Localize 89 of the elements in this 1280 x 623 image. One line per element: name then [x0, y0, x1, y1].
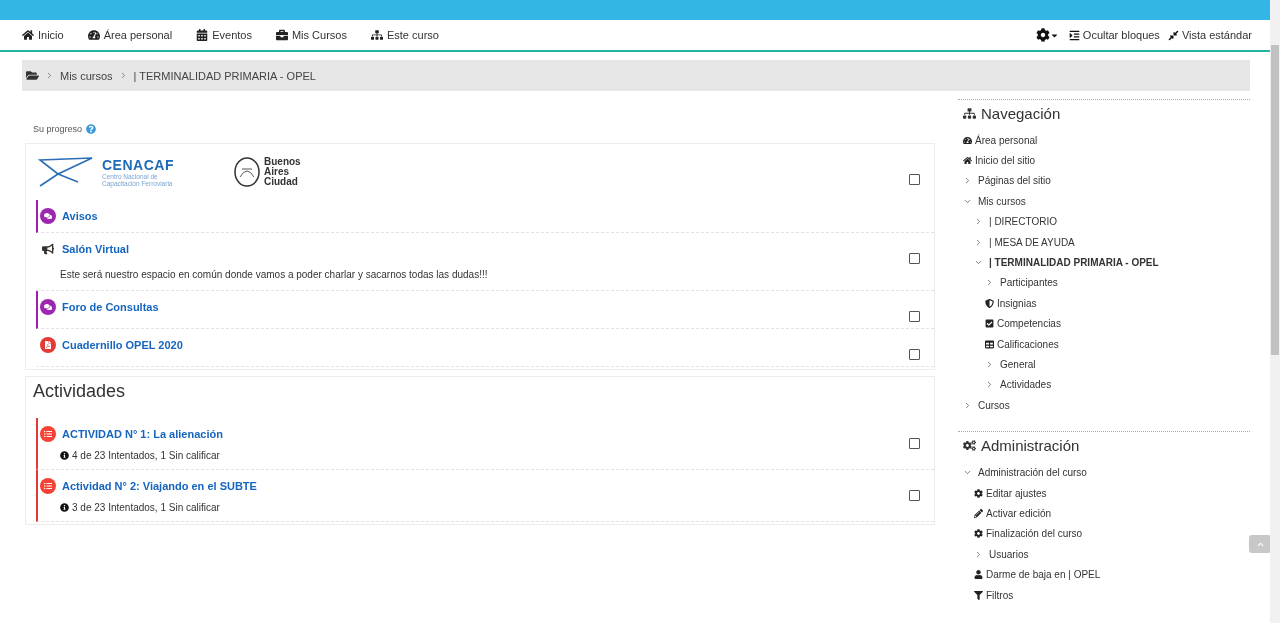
help-icon[interactable] — [86, 124, 97, 134]
completion-checkbox[interactable] — [909, 173, 920, 185]
dashboard-icon — [963, 135, 972, 145]
attempts-info: 4 de 23 Intentados, 1 Sin calificar — [72, 450, 220, 461]
sitemap-icon — [370, 29, 383, 41]
tree-item[interactable]: Activar edición — [974, 503, 1052, 524]
tree-item[interactable]: Actividades — [985, 374, 1052, 396]
block-title: Administración — [981, 436, 1080, 454]
home-icon — [22, 29, 34, 41]
logo-text: Buenos — [264, 157, 301, 167]
tree-item[interactable]: Darme de baja en | OPEL — [974, 564, 1101, 585]
logo-name: CENACAF — [102, 156, 175, 173]
activity-description: Este será nuestro espacio en común donde vamos a poder charlar y sacarnos todas las dudas!!! — [60, 269, 489, 280]
compress-arrows-icon — [1167, 29, 1179, 41]
nav-link[interactable]: Inicio — [22, 29, 64, 41]
forum-icon — [40, 208, 56, 224]
block-title: Navegación — [981, 104, 1061, 122]
toolbar-link[interactable]: Vista estándar — [1167, 29, 1252, 41]
folder-icon — [26, 69, 39, 82]
indent-icon — [1068, 29, 1080, 41]
tree-item[interactable]: Cursos — [963, 395, 1010, 416]
nav-link[interactable]: Eventos — [196, 29, 252, 41]
nav-link[interactable]: Este curso — [370, 29, 439, 41]
chevron-up-icon — [1256, 540, 1264, 548]
list-icon — [40, 426, 56, 442]
dashboard-icon — [87, 29, 100, 41]
nav-link[interactable]: Área personal — [87, 29, 173, 41]
completion-checkbox[interactable] — [909, 349, 920, 360]
gear-icon — [974, 488, 983, 498]
list-icon — [40, 478, 56, 494]
tree-item[interactable]: General — [985, 354, 1036, 375]
pdf-icon — [40, 337, 56, 353]
settings-menu-button[interactable] — [1035, 28, 1059, 42]
logo-text: Aires — [264, 167, 290, 177]
scrollbar[interactable] — [1270, 0, 1280, 623]
info-icon — [60, 451, 69, 460]
chevron-right-icon — [45, 71, 54, 80]
seal-drawing — [234, 157, 260, 187]
tree-item[interactable]: Páginas del sitio — [963, 170, 1051, 192]
logo-text: Ciudad — [264, 177, 299, 187]
breadcrumb-link[interactable]: Mis cursos — [60, 69, 113, 82]
completion-checkbox[interactable] — [909, 253, 920, 264]
tree-item[interactable]: Insignias — [985, 293, 1037, 314]
tree-item[interactable]: Administración del curso — [963, 462, 1087, 483]
home-icon — [963, 156, 972, 166]
checkbox-icon — [985, 319, 994, 329]
tree-item[interactable]: Editar ajustes — [974, 482, 1047, 504]
sitemap-icon — [963, 106, 976, 120]
tree-item[interactable]: Participantes — [985, 272, 1058, 294]
tree-item[interactable]: Inicio del sitio — [963, 150, 1036, 171]
settings-icon — [1035, 28, 1050, 42]
tree-item[interactable]: Área personal — [963, 130, 1038, 151]
activity-link[interactable]: Foro de Consultas — [62, 301, 159, 313]
info-icon — [60, 503, 69, 512]
briefcase-icon — [275, 29, 288, 41]
tree-item[interactable]: Usuarios — [974, 544, 1029, 565]
logo-drawing — [38, 156, 94, 188]
tree-item[interactable]: | DIRECTORIO — [974, 211, 1057, 232]
forum-icon — [40, 299, 56, 315]
gear-icon — [974, 529, 983, 539]
tree-item[interactable]: Calificaciones — [985, 333, 1059, 355]
progress-label: Su progreso — [33, 124, 83, 134]
tree-item[interactable]: | TERMINALIDAD PRIMARIA - OPEL — [974, 252, 1159, 273]
tree-item[interactable]: Finalización del curso — [974, 523, 1083, 545]
section-title: Actividades — [33, 381, 127, 402]
tree-item[interactable]: Filtros — [974, 584, 1014, 606]
completion-checkbox[interactable] — [909, 438, 920, 449]
shield-icon — [985, 298, 994, 308]
filter-icon — [974, 590, 983, 600]
calendar-icon — [196, 29, 209, 41]
activity-link[interactable]: ACTIVIDAD N° 1: La alienación — [62, 428, 223, 440]
completion-checkbox[interactable] — [909, 311, 920, 322]
toolbar-link[interactable]: Ocultar bloques — [1068, 29, 1160, 41]
breadcrumb-link[interactable]: | TERMINALIDAD PRIMARIA - OPEL — [133, 69, 316, 82]
nav-link[interactable]: Mis Cursos — [275, 29, 347, 41]
activity-link[interactable]: Salón Virtual — [62, 243, 130, 255]
activity-link[interactable]: Actividad N° 2: Viajando en el SUBTE — [62, 480, 257, 492]
gears-icon — [963, 438, 976, 452]
activity-link[interactable]: Avisos — [62, 210, 98, 222]
tree-item[interactable]: Competencias — [985, 313, 1061, 334]
completion-checkbox[interactable] — [909, 490, 920, 501]
activity-link[interactable]: Cuadernillo OPEL 2020 — [62, 339, 183, 351]
table-icon — [985, 339, 994, 349]
tree-item[interactable]: | MESA DE AYUDA — [974, 231, 1075, 253]
attempts-info: 3 de 23 Intentados, 1 Sin calificar — [72, 502, 220, 513]
megaphone-icon — [40, 243, 56, 255]
user-icon — [974, 570, 983, 580]
pencil-icon — [974, 508, 983, 518]
tree-item[interactable]: Mis cursos — [963, 191, 1026, 212]
